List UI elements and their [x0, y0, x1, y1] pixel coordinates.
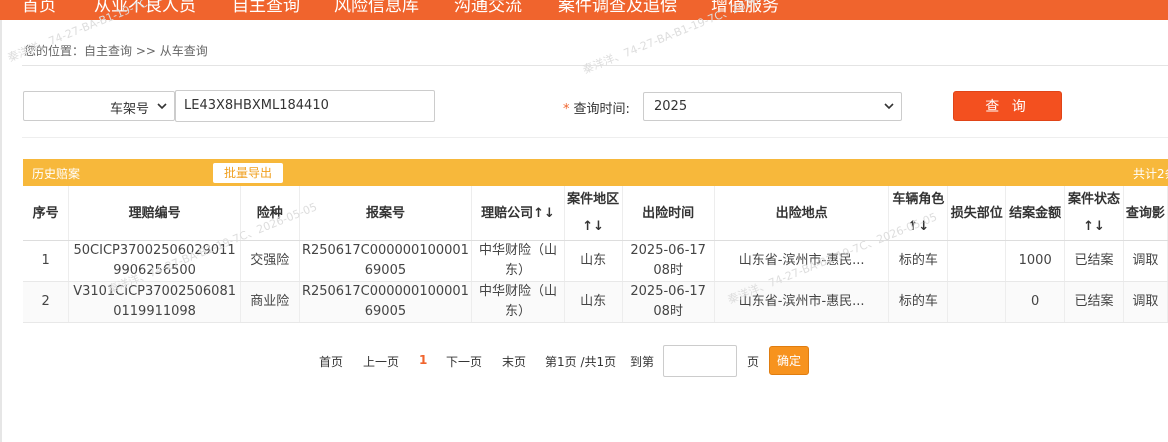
- cell-company: 中华财险（山东）: [471, 240, 565, 282]
- cell-index: 1: [23, 240, 70, 282]
- cell-accident-time: 2025-06-17 08时: [622, 240, 715, 282]
- batch-export-button[interactable]: 批量导出: [213, 163, 283, 183]
- col-query-image: 查询影: [1123, 186, 1168, 241]
- cell-insurance-type: 交强险: [240, 240, 300, 282]
- query-button[interactable]: 查 询: [953, 91, 1062, 121]
- pager-next[interactable]: 下一页: [446, 353, 482, 370]
- pager-first[interactable]: 首页: [319, 353, 343, 370]
- table-row: 1 50CICP370025060290119906256500 交强险 R25…: [23, 240, 1168, 282]
- pager-prev[interactable]: 上一页: [363, 353, 399, 370]
- cell-insurance-type: 商业险: [240, 281, 300, 323]
- col-accident-place: 出险地点: [714, 186, 890, 241]
- left-border: [0, 20, 2, 442]
- pager-current[interactable]: 1: [419, 353, 427, 367]
- pager-goto-label: 到第: [630, 355, 655, 369]
- nav-risk-library[interactable]: 风险信息库: [334, 0, 419, 16]
- total-count: 共计2条: [1133, 167, 1168, 181]
- col-settle-amount: 结案金额: [1005, 186, 1066, 241]
- cell-vehicle-role: 标的车: [888, 281, 949, 323]
- top-navigation: 首页 从业不良人员 自主查询 风险信息库 沟通交流 案件调查及追偿 增值服务: [0, 0, 1168, 20]
- cell-damage-part: [947, 240, 1007, 282]
- table-row: 2 V3101CICP370025060810119911098 商业险 R25…: [23, 281, 1168, 323]
- query-time-text: 查询时间:: [573, 102, 630, 117]
- cell-settle-amount: 1000: [1005, 240, 1066, 282]
- page-jump-input[interactable]: [663, 345, 737, 377]
- required-mark: *: [563, 102, 570, 117]
- col-report-no: 报案号: [299, 186, 473, 241]
- cell-fetch-link[interactable]: 调取: [1123, 240, 1168, 282]
- cell-report-no: R250617C00000010000169005: [299, 281, 473, 323]
- col-case-status[interactable]: 案件状态↑↓: [1064, 186, 1124, 241]
- cell-settle-amount: 0: [1005, 281, 1066, 323]
- cell-accident-place: 山东省-滨州市-惠民...: [714, 281, 890, 323]
- query-time-label: * 查询时间:: [563, 98, 630, 117]
- cell-case-status: 已结案: [1064, 240, 1124, 282]
- table-header-row: 序号 理赔编号 险种 报案号 理赔公司↑↓ 案件地区↑↓ 出险时间 出险地点 车…: [23, 186, 1168, 241]
- cell-accident-time: 2025-06-17 08时: [622, 281, 715, 323]
- cell-vehicle-role: 标的车: [888, 240, 949, 282]
- col-insurance-type: 险种: [240, 186, 300, 241]
- search-type-value: 车架号: [109, 102, 149, 117]
- col-index: 序号: [23, 186, 70, 241]
- search-type-select[interactable]: 车架号: [23, 91, 175, 121]
- claims-table: 序号 理赔编号 险种 报案号 理赔公司↑↓ 案件地区↑↓ 出险时间 出险地点 车…: [23, 186, 1168, 323]
- pager-info: 第1页 /共1页: [545, 355, 617, 369]
- nav-home[interactable]: 首页: [22, 0, 56, 16]
- cell-claim-no: V3101CICP370025060810119911098: [68, 281, 241, 323]
- cell-report-no: R250617C00000010000169005: [299, 240, 473, 282]
- col-vehicle-role[interactable]: 车辆角色↑↓: [888, 186, 949, 241]
- divider: [22, 65, 1168, 66]
- query-year-value: 2025: [654, 99, 688, 114]
- vin-input[interactable]: LE43X8HBXML184410: [175, 90, 435, 122]
- chevron-down-icon: [884, 103, 894, 110]
- pager-last[interactable]: 末页: [502, 353, 526, 370]
- chevron-down-icon: [157, 103, 167, 110]
- nav-case-investigation[interactable]: 案件调查及追偿: [558, 0, 677, 16]
- col-region[interactable]: 案件地区↑↓: [564, 186, 623, 241]
- divider: [22, 137, 1168, 138]
- col-company[interactable]: 理赔公司↑↓: [471, 186, 565, 241]
- pagination: 首页 上一页 1 下一页 末页 第1页 /共1页 到第 页 确定: [0, 345, 1168, 377]
- nav-communication[interactable]: 沟通交流: [454, 0, 522, 16]
- cell-index: 2: [23, 281, 70, 323]
- cell-damage-part: [947, 281, 1007, 323]
- history-claims-bar: 历史赔案 批量导出 共计2条: [23, 159, 1168, 186]
- cell-fetch-link[interactable]: 调取: [1123, 281, 1168, 323]
- cell-claim-no: 50CICP370025060290119906256500: [68, 240, 241, 282]
- pager-page-unit: 页: [747, 355, 760, 369]
- nav-value-added[interactable]: 增值服务: [711, 0, 779, 16]
- col-claim-no: 理赔编号: [68, 186, 241, 241]
- cell-case-status: 已结案: [1064, 281, 1124, 323]
- cell-company: 中华财险（山东）: [471, 281, 565, 323]
- pager-confirm-button[interactable]: 确定: [769, 346, 809, 375]
- col-accident-time: 出险时间: [622, 186, 715, 241]
- history-title: 历史赔案: [32, 167, 81, 181]
- breadcrumb: 您的位置：自主查询 >> 从车查询: [24, 44, 208, 58]
- cell-region: 山东: [564, 281, 623, 323]
- nav-bad-practitioners[interactable]: 从业不良人员: [94, 0, 196, 16]
- cell-accident-place: 山东省-滨州市-惠民...: [714, 240, 890, 282]
- col-damage-part: 损失部位: [947, 186, 1007, 241]
- nav-self-query[interactable]: 自主查询: [232, 0, 300, 16]
- cell-region: 山东: [564, 240, 623, 282]
- query-year-select[interactable]: 2025: [643, 92, 902, 121]
